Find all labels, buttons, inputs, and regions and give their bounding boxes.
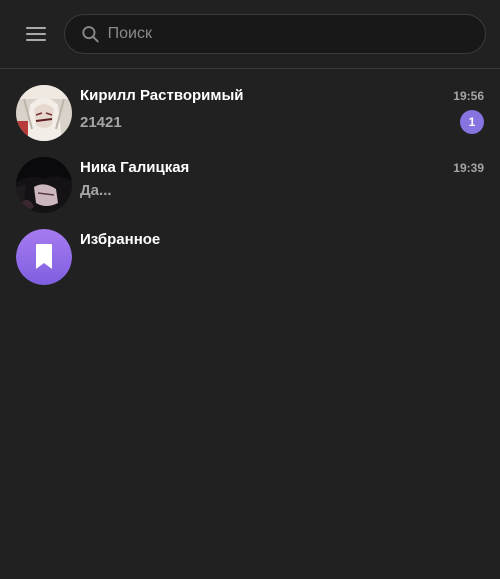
chat-list: Кирилл Растворимый 19:56 21421 1 Ника Га… [0, 69, 500, 301]
bookmark-icon [16, 229, 72, 285]
chat-time: 19:39 [453, 161, 484, 175]
header [0, 0, 500, 69]
chat-top-row: Избранное [80, 231, 484, 248]
hamburger-line [26, 39, 46, 41]
chat-name: Избранное [80, 231, 161, 248]
chat-item-saved-messages[interactable]: Избранное [8, 229, 492, 301]
chat-bottom-row: Да... [80, 182, 484, 199]
menu-button[interactable] [16, 14, 56, 54]
chat-time: 19:56 [453, 89, 484, 103]
search-icon [82, 26, 99, 43]
chat-preview: Да... [80, 182, 112, 199]
chat-body: Ника Галицкая 19:39 Да... [80, 157, 484, 199]
photo-avatar [16, 85, 72, 141]
chat-name: Ника Галицкая [80, 159, 190, 176]
chat-bottom-row: 21421 1 [80, 110, 484, 134]
chat-top-row: Ника Галицкая 19:39 [80, 159, 484, 176]
chat-item-nika[interactable]: Ника Галицкая 19:39 Да... [8, 157, 492, 229]
hamburger-line [26, 33, 46, 35]
chat-top-row: Кирилл Растворимый 19:56 [80, 87, 484, 104]
search-input[interactable] [107, 25, 469, 43]
chat-preview: 21421 [80, 113, 122, 131]
chat-body: Избранное [80, 229, 484, 248]
chat-list-panel: Кирилл Растворимый 19:56 21421 1 [0, 0, 500, 579]
avatar [16, 85, 72, 141]
chat-body: Кирилл Растворимый 19:56 21421 1 [80, 85, 484, 134]
chat-name: Кирилл Растворимый [80, 87, 244, 104]
avatar [16, 157, 72, 213]
chat-item-kirill[interactable]: Кирилл Растворимый 19:56 21421 1 [8, 85, 492, 157]
hamburger-line [26, 27, 46, 29]
avatar [16, 229, 72, 285]
photo-avatar [16, 157, 72, 213]
unread-badge: 1 [460, 110, 484, 134]
search-box[interactable] [64, 14, 486, 54]
